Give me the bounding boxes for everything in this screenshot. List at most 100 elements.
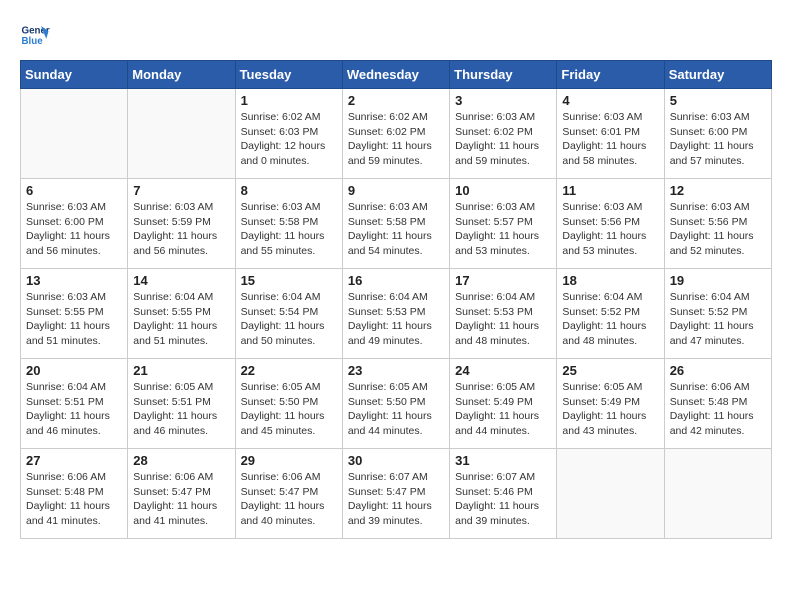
day-info: Sunrise: 6:03 AM Sunset: 6:02 PM Dayligh…	[455, 110, 551, 169]
day-number: 26	[670, 363, 766, 378]
weekday-header-tuesday: Tuesday	[235, 61, 342, 89]
calendar-day: 9 Sunrise: 6:03 AM Sunset: 5:58 PM Daylig…	[342, 179, 449, 269]
day-info: Sunrise: 6:05 AM Sunset: 5:50 PM Dayligh…	[241, 380, 337, 439]
day-info: Sunrise: 6:07 AM Sunset: 5:46 PM Dayligh…	[455, 470, 551, 529]
calendar-day: 16 Sunrise: 6:04 AM Sunset: 5:53 PM Dayli…	[342, 269, 449, 359]
calendar-day: 28 Sunrise: 6:06 AM Sunset: 5:47 PM Dayli…	[128, 449, 235, 539]
day-info: Sunrise: 6:03 AM Sunset: 5:58 PM Dayligh…	[241, 200, 337, 259]
weekday-header-row: SundayMondayTuesdayWednesdayThursdayFrid…	[21, 61, 772, 89]
calendar-day	[21, 89, 128, 179]
day-info: Sunrise: 6:07 AM Sunset: 5:47 PM Dayligh…	[348, 470, 444, 529]
day-number: 3	[455, 93, 551, 108]
weekday-header-friday: Friday	[557, 61, 664, 89]
day-info: Sunrise: 6:03 AM Sunset: 5:57 PM Dayligh…	[455, 200, 551, 259]
day-number: 29	[241, 453, 337, 468]
page-header: General Blue	[20, 20, 772, 50]
svg-text:Blue: Blue	[22, 36, 44, 47]
calendar-day: 17 Sunrise: 6:04 AM Sunset: 5:53 PM Dayli…	[450, 269, 557, 359]
day-info: Sunrise: 6:05 AM Sunset: 5:49 PM Dayligh…	[562, 380, 658, 439]
day-info: Sunrise: 6:06 AM Sunset: 5:48 PM Dayligh…	[670, 380, 766, 439]
calendar-week-4: 20 Sunrise: 6:04 AM Sunset: 5:51 PM Dayli…	[21, 359, 772, 449]
calendar-day: 4 Sunrise: 6:03 AM Sunset: 6:01 PM Daylig…	[557, 89, 664, 179]
day-number: 21	[133, 363, 229, 378]
day-number: 6	[26, 183, 122, 198]
day-info: Sunrise: 6:02 AM Sunset: 6:03 PM Dayligh…	[241, 110, 337, 169]
day-number: 13	[26, 273, 122, 288]
day-number: 1	[241, 93, 337, 108]
day-number: 31	[455, 453, 551, 468]
day-info: Sunrise: 6:03 AM Sunset: 5:55 PM Dayligh…	[26, 290, 122, 349]
logo: General Blue	[20, 20, 54, 50]
calendar-day: 15Sunrise: 6:04 AM Sunset: 5:54 PM Dayli…	[235, 269, 342, 359]
day-info: Sunrise: 6:06 AM Sunset: 5:48 PM Dayligh…	[26, 470, 122, 529]
calendar-week-5: 27Sunrise: 6:06 AM Sunset: 5:48 PM Dayli…	[21, 449, 772, 539]
day-info: Sunrise: 6:04 AM Sunset: 5:55 PM Dayligh…	[133, 290, 229, 349]
calendar-day: 23 Sunrise: 6:05 AM Sunset: 5:50 PM Dayli…	[342, 359, 449, 449]
weekday-header-sunday: Sunday	[21, 61, 128, 89]
calendar-day: 5Sunrise: 6:03 AM Sunset: 6:00 PM Daylig…	[664, 89, 771, 179]
calendar-day: 7 Sunrise: 6:03 AM Sunset: 5:59 PM Daylig…	[128, 179, 235, 269]
day-info: Sunrise: 6:04 AM Sunset: 5:53 PM Dayligh…	[455, 290, 551, 349]
day-number: 7	[133, 183, 229, 198]
day-number: 8	[241, 183, 337, 198]
calendar-day	[664, 449, 771, 539]
day-info: Sunrise: 6:02 AM Sunset: 6:02 PM Dayligh…	[348, 110, 444, 169]
day-info: Sunrise: 6:04 AM Sunset: 5:54 PM Dayligh…	[241, 290, 337, 349]
calendar-day: 8 Sunrise: 6:03 AM Sunset: 5:58 PM Daylig…	[235, 179, 342, 269]
weekday-header-monday: Monday	[128, 61, 235, 89]
day-number: 25	[562, 363, 658, 378]
calendar-week-3: 13 Sunrise: 6:03 AM Sunset: 5:55 PM Dayli…	[21, 269, 772, 359]
calendar-day: 6 Sunrise: 6:03 AM Sunset: 6:00 PM Daylig…	[21, 179, 128, 269]
calendar-day: 10 Sunrise: 6:03 AM Sunset: 5:57 PM Dayli…	[450, 179, 557, 269]
calendar-day: 22Sunrise: 6:05 AM Sunset: 5:50 PM Dayli…	[235, 359, 342, 449]
calendar-day: 14Sunrise: 6:04 AM Sunset: 5:55 PM Dayli…	[128, 269, 235, 359]
day-number: 23	[348, 363, 444, 378]
weekday-header-wednesday: Wednesday	[342, 61, 449, 89]
day-number: 12	[670, 183, 766, 198]
calendar-day: 2 Sunrise: 6:02 AM Sunset: 6:02 PM Daylig…	[342, 89, 449, 179]
day-info: Sunrise: 6:05 AM Sunset: 5:51 PM Dayligh…	[133, 380, 229, 439]
day-info: Sunrise: 6:06 AM Sunset: 5:47 PM Dayligh…	[133, 470, 229, 529]
calendar-day: 26 Sunrise: 6:06 AM Sunset: 5:48 PM Dayli…	[664, 359, 771, 449]
day-number: 28	[133, 453, 229, 468]
day-info: Sunrise: 6:03 AM Sunset: 6:01 PM Dayligh…	[562, 110, 658, 169]
calendar-day: 11Sunrise: 6:03 AM Sunset: 5:56 PM Dayli…	[557, 179, 664, 269]
day-number: 2	[348, 93, 444, 108]
calendar-body: 1 Sunrise: 6:02 AM Sunset: 6:03 PM Daylig…	[21, 89, 772, 539]
day-number: 9	[348, 183, 444, 198]
calendar-day: 12Sunrise: 6:03 AM Sunset: 5:56 PM Dayli…	[664, 179, 771, 269]
day-info: Sunrise: 6:03 AM Sunset: 6:00 PM Dayligh…	[670, 110, 766, 169]
calendar-day: 24 Sunrise: 6:05 AM Sunset: 5:49 PM Dayli…	[450, 359, 557, 449]
calendar-day: 13 Sunrise: 6:03 AM Sunset: 5:55 PM Dayli…	[21, 269, 128, 359]
calendar-week-1: 1 Sunrise: 6:02 AM Sunset: 6:03 PM Daylig…	[21, 89, 772, 179]
calendar-day: 29 Sunrise: 6:06 AM Sunset: 5:47 PM Dayli…	[235, 449, 342, 539]
calendar-day: 30 Sunrise: 6:07 AM Sunset: 5:47 PM Dayli…	[342, 449, 449, 539]
calendar-day: 3 Sunrise: 6:03 AM Sunset: 6:02 PM Daylig…	[450, 89, 557, 179]
calendar-day: 31 Sunrise: 6:07 AM Sunset: 5:46 PM Dayli…	[450, 449, 557, 539]
day-info: Sunrise: 6:03 AM Sunset: 5:58 PM Dayligh…	[348, 200, 444, 259]
day-number: 10	[455, 183, 551, 198]
day-number: 20	[26, 363, 122, 378]
day-number: 4	[562, 93, 658, 108]
calendar-day: 1 Sunrise: 6:02 AM Sunset: 6:03 PM Daylig…	[235, 89, 342, 179]
day-number: 17	[455, 273, 551, 288]
calendar-day: 27Sunrise: 6:06 AM Sunset: 5:48 PM Dayli…	[21, 449, 128, 539]
day-number: 30	[348, 453, 444, 468]
calendar-table: SundayMondayTuesdayWednesdayThursdayFrid…	[20, 60, 772, 539]
weekday-header-saturday: Saturday	[664, 61, 771, 89]
day-number: 16	[348, 273, 444, 288]
day-info: Sunrise: 6:03 AM Sunset: 5:59 PM Dayligh…	[133, 200, 229, 259]
day-info: Sunrise: 6:06 AM Sunset: 5:47 PM Dayligh…	[241, 470, 337, 529]
day-info: Sunrise: 6:05 AM Sunset: 5:50 PM Dayligh…	[348, 380, 444, 439]
calendar-day: 20 Sunrise: 6:04 AM Sunset: 5:51 PM Dayli…	[21, 359, 128, 449]
calendar-day: 25 Sunrise: 6:05 AM Sunset: 5:49 PM Dayli…	[557, 359, 664, 449]
day-info: Sunrise: 6:04 AM Sunset: 5:52 PM Dayligh…	[562, 290, 658, 349]
day-info: Sunrise: 6:03 AM Sunset: 6:00 PM Dayligh…	[26, 200, 122, 259]
day-info: Sunrise: 6:05 AM Sunset: 5:49 PM Dayligh…	[455, 380, 551, 439]
day-number: 24	[455, 363, 551, 378]
day-info: Sunrise: 6:04 AM Sunset: 5:51 PM Dayligh…	[26, 380, 122, 439]
day-number: 11	[562, 183, 658, 198]
calendar-header: SundayMondayTuesdayWednesdayThursdayFrid…	[21, 61, 772, 89]
calendar-day	[557, 449, 664, 539]
day-info: Sunrise: 6:04 AM Sunset: 5:53 PM Dayligh…	[348, 290, 444, 349]
